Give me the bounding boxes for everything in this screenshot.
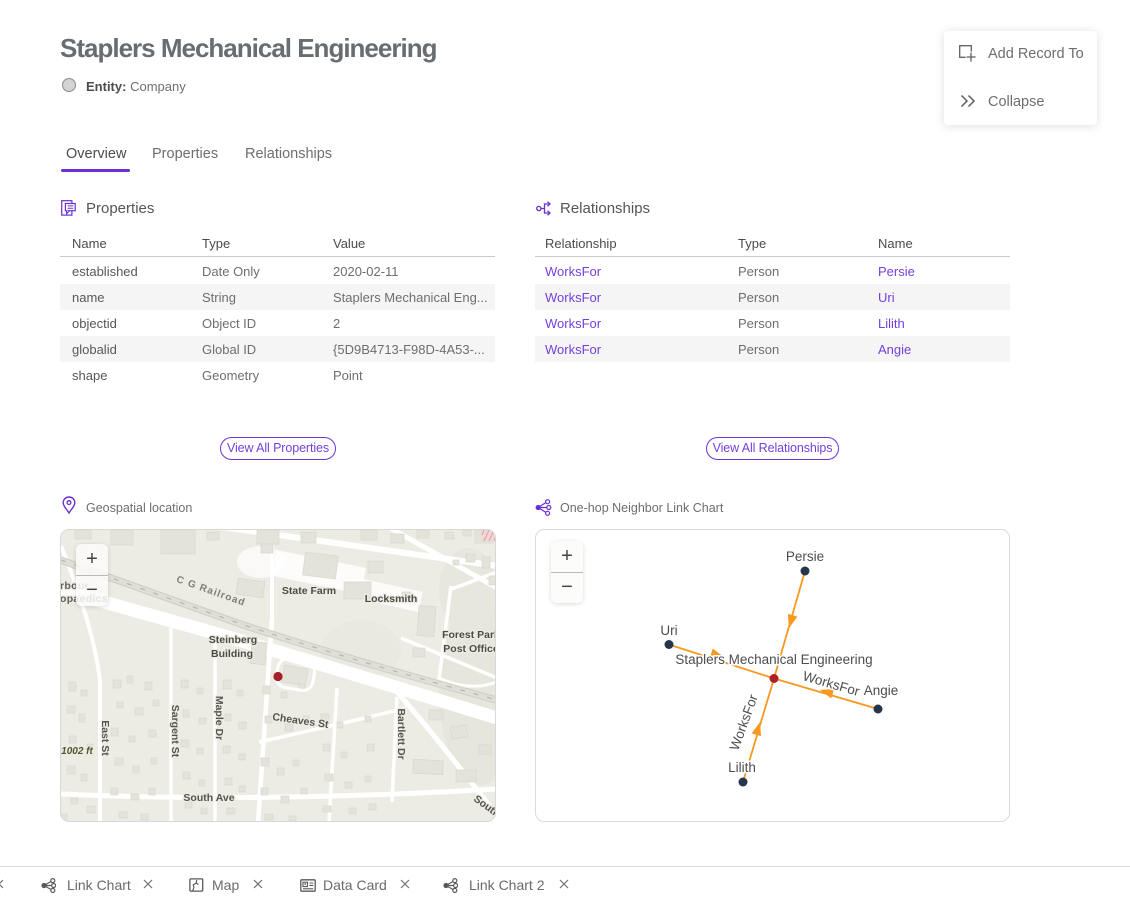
svg-text:Bartlett Dr: Bartlett Dr [395,708,407,759]
svg-text:WorksFor: WorksFor [727,692,761,752]
svg-text:Steinberg: Steinberg [209,634,257,646]
svg-text:Staplers Mechanical Engineerin: Staplers Mechanical Engineering [675,652,872,667]
svg-text:Building: Building [211,648,253,660]
svg-text:Uri: Uri [660,623,677,638]
svg-text:East St: East St [99,720,111,756]
svg-text:South Ave: South Ave [183,792,234,804]
svg-text:Locksmith: Locksmith [365,593,418,605]
svg-text:Post Office: Post Office [443,643,495,655]
svg-text:Persie: Persie [786,549,824,564]
svg-text:1002 ft: 1002 ft [61,746,93,757]
svg-text:Angie: Angie [864,683,899,698]
svg-text:State Farm: State Farm [282,585,336,597]
svg-text:Lilith: Lilith [728,760,756,775]
svg-text:Forest Park: Forest Park [442,629,495,641]
svg-text:Maple Dr: Maple Dr [213,696,225,740]
svg-text:Sargent St: Sargent St [169,705,181,758]
